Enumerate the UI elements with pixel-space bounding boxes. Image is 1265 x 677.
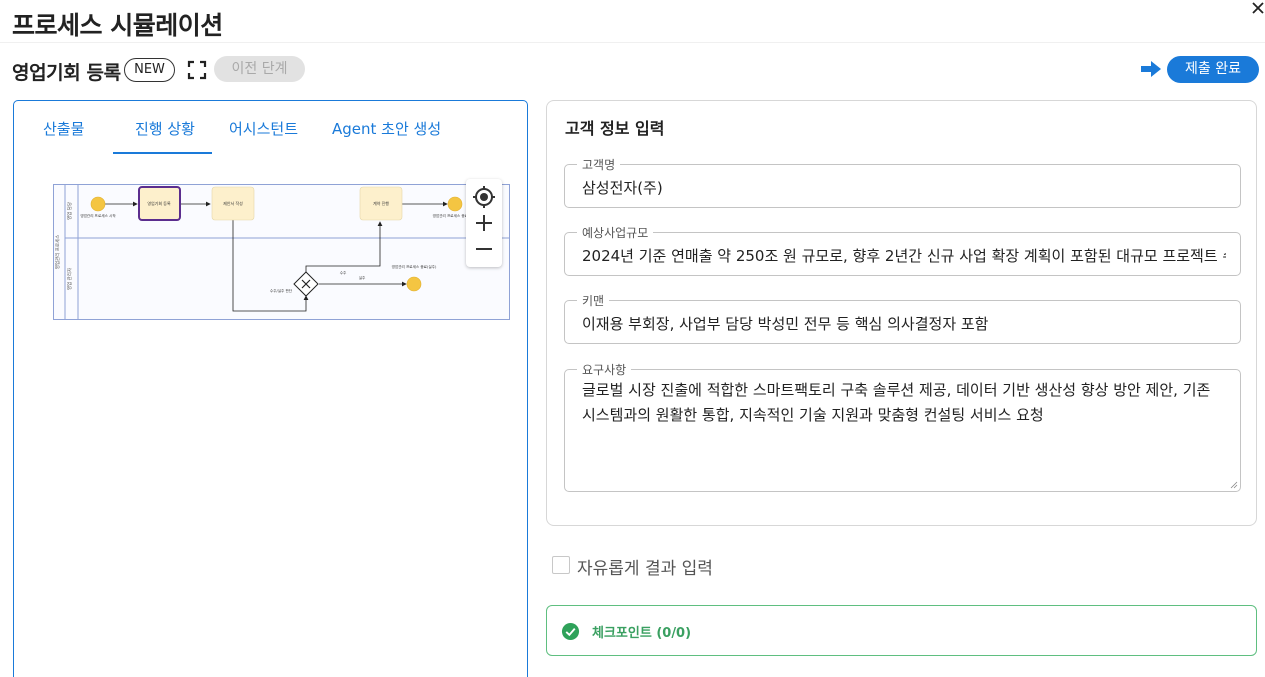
end-event-won <box>447 196 463 212</box>
process-diagram[interactable]: 영업관리 프로세스 영업 담당 영업 관리자 영업관리 프로세스 시작 영업기회… <box>53 184 510 320</box>
keyman-value[interactable]: 이재용 부회장, 사업부 담당 박성민 전무 등 핵심 의사결정자 포함 <box>582 313 1226 334</box>
gateway-label: 수주/실주 판단 <box>270 288 293 293</box>
keyman-field[interactable]: 키맨 이재용 부회장, 사업부 담당 박성민 전무 등 핵심 의사결정자 포함 <box>564 292 1241 344</box>
customer-name-label: 고객명 <box>577 156 621 173</box>
task-proposal-label: 제안서 작성 <box>223 200 243 206</box>
diagram-controls <box>466 179 502 267</box>
step-title: 영업기회 등록 <box>12 62 121 84</box>
resize-grip-icon[interactable] <box>1230 481 1238 489</box>
left-panel: 산출물 진행 상황 어시스턴트 Agent 초안 생성 영업관리 프로세스 영업… <box>13 100 528 677</box>
dialog-title: 프로세스 시뮬레이션 <box>12 11 223 40</box>
free-input-checkbox[interactable] <box>552 556 570 574</box>
checkpoint-label: 체크포인트 (0/0) <box>592 626 692 641</box>
tab-progress[interactable]: 진행 상황 <box>135 118 195 139</box>
flow-label-lost: 실주 <box>359 275 366 280</box>
free-input-label[interactable]: 자유롭게 결과 입력 <box>577 554 713 579</box>
new-badge: NEW <box>124 58 175 82</box>
tab-assistant[interactable]: 어시스턴트 <box>229 118 298 139</box>
zoom-out-icon[interactable] <box>474 239 494 259</box>
submit-button[interactable]: 제출 완료 <box>1167 56 1259 83</box>
pool <box>53 184 510 320</box>
start-event <box>90 196 106 212</box>
end-event-lost <box>406 276 422 292</box>
business-scale-value[interactable]: 2024년 기준 연매출 약 250조 원 규모로, 향후 2년간 신규 사업 … <box>582 245 1226 266</box>
section-title: 고객 정보 입력 <box>565 119 665 138</box>
active-tab-indicator <box>113 152 212 154</box>
business-scale-field[interactable]: 예상사업규모 2024년 기준 연매출 약 250조 원 규모로, 향후 2년간… <box>564 224 1241 276</box>
title-divider <box>0 42 1265 43</box>
requirements-label: 요구사항 <box>577 361 632 378</box>
end-event-lost-label: 영업관리 프로세스 종료(실주) <box>392 264 437 269</box>
customer-name-field[interactable]: 고객명 삼성전자(주) <box>564 156 1241 208</box>
lane-label-manager: 영업 관리자 <box>66 267 73 290</box>
start-event-label: 영업관리 프로세스 시작 <box>80 213 116 218</box>
lane-label-sales: 영업 담당 <box>66 202 73 220</box>
business-scale-label: 예상사업규모 <box>577 224 654 241</box>
customer-info-panel: 고객 정보 입력 고객명 삼성전자(주) 예상사업규모 2024년 기준 연매출… <box>546 100 1257 526</box>
check-circle-icon <box>561 622 580 641</box>
requirements-field[interactable]: 요구사항 글로벌 시장 진출에 적합한 스마트팩토리 구축 솔루션 제공, 데이… <box>564 361 1241 492</box>
checkpoint-panel[interactable]: 체크포인트 (0/0) <box>546 605 1257 656</box>
arrow-right-icon <box>1141 61 1161 77</box>
task-contract-label: 계약 진행 <box>373 200 389 206</box>
tab-outputs[interactable]: 산출물 <box>43 118 84 139</box>
zoom-in-icon[interactable] <box>474 213 494 233</box>
expand-icon[interactable] <box>187 60 207 80</box>
pool-label: 영업관리 프로세스 <box>54 235 61 270</box>
flow-label-won: 수주 <box>340 270 347 275</box>
task-register-label: 영업기회 등록 <box>147 200 171 206</box>
target-icon[interactable] <box>472 185 496 209</box>
tab-agent-draft[interactable]: Agent 초안 생성 <box>332 118 441 139</box>
customer-name-value[interactable]: 삼성전자(주) <box>582 177 1226 198</box>
requirements-value[interactable]: 글로벌 시장 진출에 적합한 스마트팩토리 구축 솔루션 제공, 데이터 기반 … <box>582 378 1226 428</box>
tab-bar: 산출물 진행 상황 어시스턴트 Agent 초안 생성 <box>14 101 527 154</box>
keyman-label: 키맨 <box>577 292 610 309</box>
prev-step-button[interactable]: 이전 단계 <box>214 56 305 82</box>
close-icon[interactable] <box>1250 0 1265 16</box>
